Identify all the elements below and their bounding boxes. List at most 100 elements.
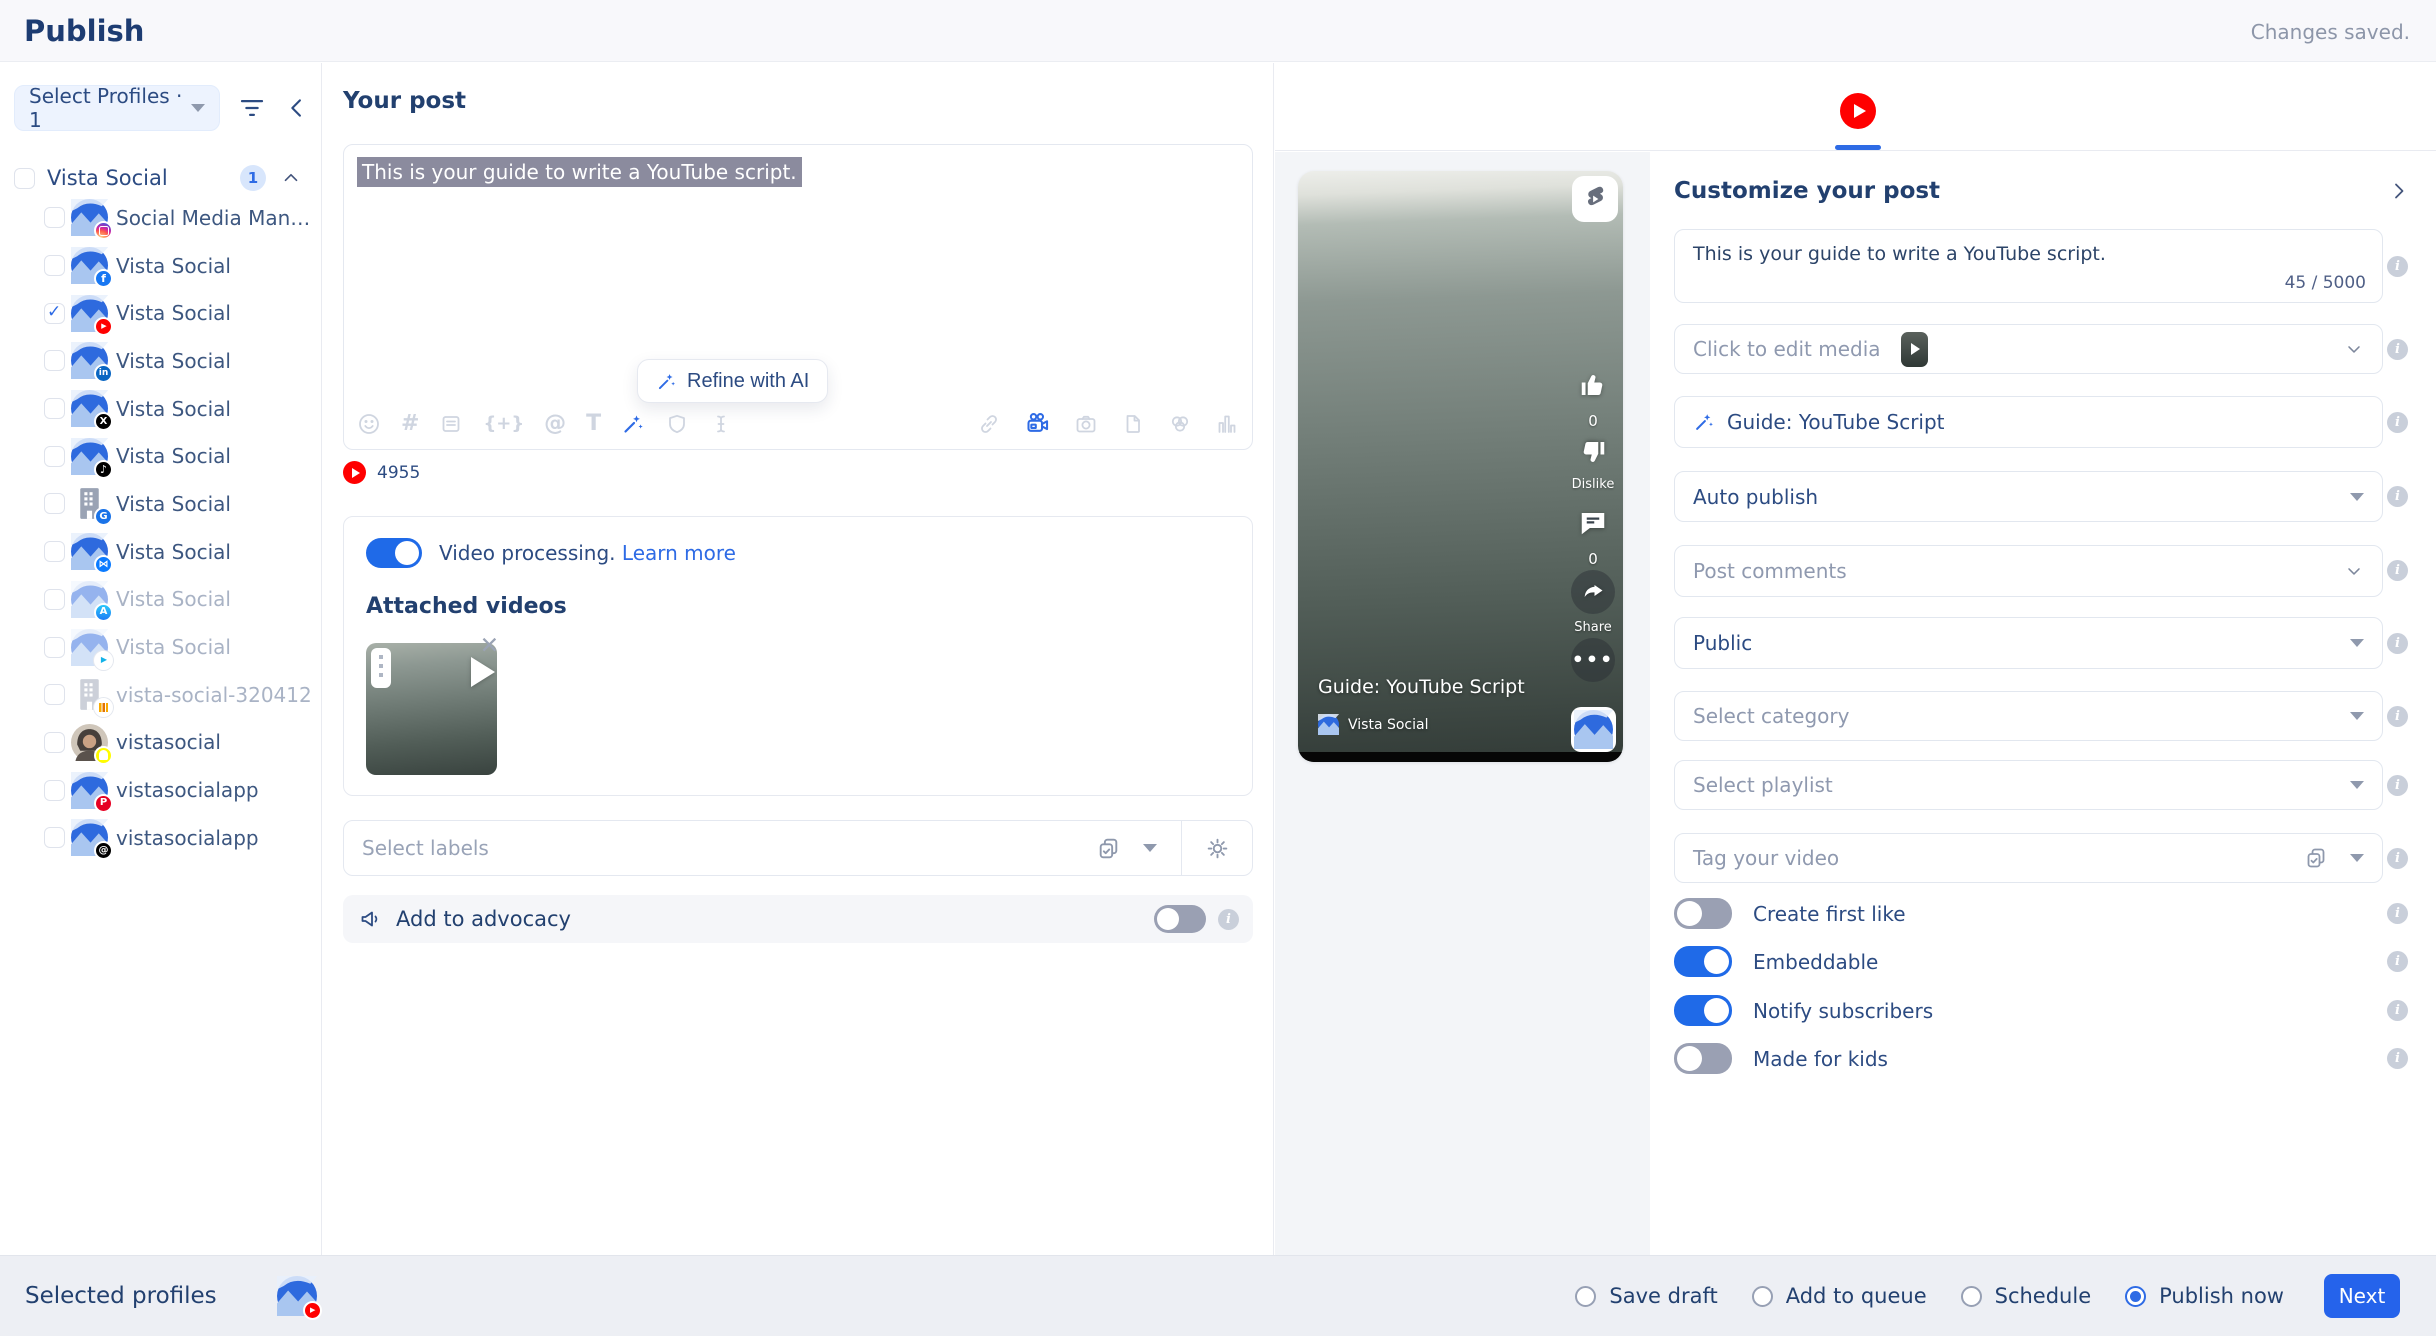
profile-row-google-business[interactable]: Vista Social bbox=[0, 480, 322, 528]
more-button[interactable]: ••• bbox=[1569, 638, 1617, 682]
profile-row-instagram[interactable]: Social Media Managem... bbox=[0, 194, 322, 242]
profile-row-app-store[interactable]: Vista Social bbox=[0, 576, 322, 624]
tags-field[interactable]: Tag your video bbox=[1674, 833, 2383, 883]
embeddable-toggle[interactable] bbox=[1674, 946, 1732, 977]
text-cursor-icon[interactable] bbox=[709, 412, 733, 436]
radio-icon[interactable] bbox=[1575, 1286, 1596, 1307]
share-button[interactable]: Share bbox=[1569, 570, 1617, 635]
remove-video-icon[interactable]: ✕ bbox=[480, 635, 499, 658]
next-button[interactable]: Next bbox=[2324, 1274, 2400, 1318]
like-button[interactable]: 0 bbox=[1569, 370, 1617, 430]
profile-row-google-play[interactable]: Vista Social bbox=[0, 623, 322, 671]
chart-icon[interactable] bbox=[1215, 412, 1239, 436]
save-draft-option[interactable]: Save draft bbox=[1575, 1284, 1717, 1308]
tab-youtube[interactable] bbox=[1840, 93, 1876, 129]
link-icon[interactable] bbox=[977, 412, 1001, 436]
profile-row-snapchat[interactable]: vistasocial bbox=[0, 719, 322, 767]
profile-checkbox[interactable] bbox=[44, 493, 65, 514]
info-icon[interactable] bbox=[2387, 848, 2408, 869]
variables-icon[interactable]: {+} bbox=[483, 412, 524, 436]
publish-now-option[interactable]: Publish now bbox=[2125, 1284, 2284, 1308]
emoji-icon[interactable] bbox=[357, 412, 381, 436]
attached-video-thumbnail[interactable]: ✕ bbox=[366, 643, 497, 775]
profile-checkbox[interactable] bbox=[44, 637, 65, 658]
media-thumbnail-play-icon[interactable] bbox=[1901, 332, 1928, 367]
info-icon[interactable] bbox=[2387, 339, 2408, 360]
chevron-up-icon[interactable] bbox=[280, 167, 302, 189]
profile-checkbox[interactable] bbox=[44, 684, 65, 705]
post-text[interactable]: This is your guide to write a YouTube sc… bbox=[357, 157, 802, 187]
camera-icon[interactable] bbox=[1074, 412, 1098, 436]
info-icon[interactable] bbox=[2387, 633, 2408, 654]
post-text-field[interactable]: This is your guide to write a YouTube sc… bbox=[1674, 229, 2383, 303]
filter-profiles-button[interactable] bbox=[237, 93, 267, 123]
info-icon[interactable] bbox=[2387, 903, 2408, 924]
info-icon[interactable] bbox=[2387, 1048, 2408, 1069]
chevron-down-icon[interactable] bbox=[1143, 844, 1157, 852]
made-for-kids-toggle[interactable] bbox=[1674, 1043, 1732, 1074]
profile-checkbox[interactable] bbox=[44, 398, 65, 419]
comments-button[interactable]: 0 bbox=[1569, 508, 1617, 568]
auto-publish-select[interactable]: Auto publish bbox=[1674, 471, 2383, 522]
dislike-button[interactable]: Dislike bbox=[1569, 437, 1617, 492]
profile-row-linkedin[interactable]: Vista Social bbox=[0, 337, 322, 385]
info-icon[interactable] bbox=[2387, 256, 2408, 277]
manage-labels-button[interactable] bbox=[1182, 836, 1252, 861]
profile-row-youtube[interactable]: Vista Social bbox=[0, 289, 322, 337]
select-profiles-dropdown[interactable]: Select Profiles · 1 bbox=[14, 85, 220, 131]
labels-icon[interactable] bbox=[1096, 836, 1121, 861]
mention-icon[interactable]: @ bbox=[544, 412, 566, 436]
profile-row-threads[interactable]: vistasocialapp bbox=[0, 814, 322, 862]
profile-row-x[interactable]: Vista Social bbox=[0, 385, 322, 433]
info-icon[interactable] bbox=[2387, 560, 2408, 581]
chevron-down-icon[interactable] bbox=[2344, 339, 2364, 359]
profile-checkbox-checked[interactable] bbox=[44, 303, 65, 324]
refine-with-ai-button[interactable]: Refine with AI bbox=[637, 359, 828, 403]
video-title-field[interactable]: Guide: YouTube Script bbox=[1674, 396, 2383, 448]
post-editor[interactable]: This is your guide to write a YouTube sc… bbox=[343, 144, 1253, 450]
video-processing-toggle[interactable] bbox=[366, 538, 422, 568]
advocacy-toggle[interactable] bbox=[1154, 905, 1206, 933]
profile-checkbox[interactable] bbox=[44, 541, 65, 562]
info-icon[interactable] bbox=[2387, 1000, 2408, 1021]
info-icon[interactable] bbox=[1218, 909, 1239, 930]
play-icon[interactable] bbox=[471, 657, 495, 687]
profile-checkbox[interactable] bbox=[44, 255, 65, 276]
notify-subscribers-toggle[interactable] bbox=[1674, 995, 1732, 1026]
shield-icon[interactable] bbox=[665, 412, 689, 436]
edit-media-field[interactable]: Click to edit media bbox=[1674, 324, 2383, 374]
schedule-option[interactable]: Schedule bbox=[1961, 1284, 2092, 1308]
visibility-select[interactable]: Public bbox=[1674, 617, 2383, 669]
profile-checkbox[interactable] bbox=[44, 350, 65, 371]
profile-row-tiktok[interactable]: Vista Social bbox=[0, 432, 322, 480]
profile-row-bluesky[interactable]: Vista Social bbox=[0, 528, 322, 576]
ai-assistant-icon[interactable] bbox=[621, 412, 645, 436]
drag-handle-icon[interactable] bbox=[371, 648, 391, 688]
labels-icon[interactable] bbox=[2304, 846, 2328, 870]
info-icon[interactable] bbox=[2387, 412, 2408, 433]
create-first-like-toggle[interactable] bbox=[1674, 898, 1732, 929]
playlist-select[interactable]: Select playlist bbox=[1674, 760, 2383, 810]
profile-checkbox[interactable] bbox=[44, 780, 65, 801]
file-icon[interactable] bbox=[1121, 412, 1145, 436]
info-icon[interactable] bbox=[2387, 951, 2408, 972]
info-icon[interactable] bbox=[2387, 775, 2408, 796]
radio-icon-selected[interactable] bbox=[2125, 1286, 2146, 1307]
profile-row-pinterest[interactable]: vistasocialapp bbox=[0, 766, 322, 814]
profile-checkbox[interactable] bbox=[44, 827, 65, 848]
radio-icon[interactable] bbox=[1961, 1286, 1982, 1307]
notes-icon[interactable] bbox=[439, 412, 463, 436]
select-labels-field[interactable]: Select labels bbox=[343, 820, 1253, 876]
hashtag-icon[interactable]: # bbox=[401, 412, 419, 436]
group-checkbox[interactable] bbox=[14, 168, 35, 189]
learn-more-link[interactable]: Learn more bbox=[622, 541, 736, 565]
info-icon[interactable] bbox=[2387, 486, 2408, 507]
profile-row-facebook[interactable]: Vista Social bbox=[0, 242, 322, 290]
collapse-sidebar-button[interactable] bbox=[283, 94, 313, 124]
video-icon[interactable] bbox=[1024, 410, 1051, 437]
chevron-right-icon[interactable] bbox=[2387, 179, 2411, 203]
text-format-icon[interactable]: T bbox=[586, 412, 601, 436]
post-comments-select[interactable]: Post comments bbox=[1674, 545, 2383, 597]
profile-checkbox[interactable] bbox=[44, 589, 65, 610]
info-icon[interactable] bbox=[2387, 706, 2408, 727]
